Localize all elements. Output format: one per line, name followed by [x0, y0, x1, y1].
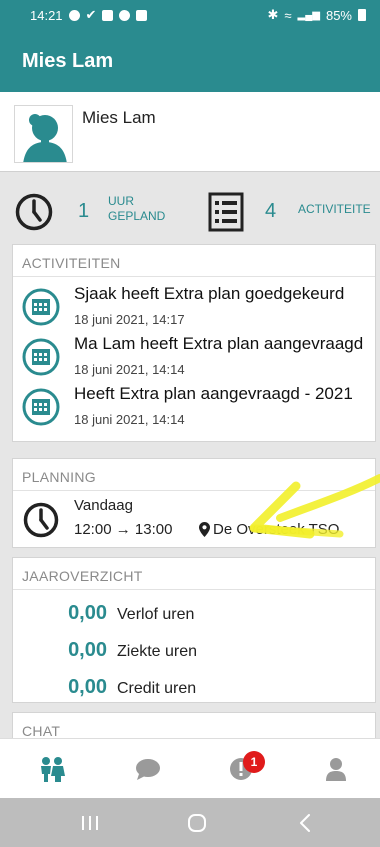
calendar-icon — [22, 338, 60, 376]
planning-end: 13:00 — [134, 521, 173, 538]
credit-hours-label: Credit uren — [117, 680, 197, 697]
activity-date: 18 juni 2021, 14:17 — [74, 312, 185, 327]
notification-badge: 1 — [243, 751, 265, 773]
battery-level: 85% — [325, 7, 352, 23]
mail-check-icon — [136, 9, 148, 21]
status-left: 14:21 ✔ — [30, 7, 148, 23]
activity-date: 18 juni 2021, 14:14 — [74, 362, 185, 377]
sick-hours-label: Ziekte uren — [117, 643, 198, 660]
planning-start: 12:00 — [74, 521, 112, 538]
cloud-icon — [119, 9, 131, 21]
child-avatar-icon — [15, 106, 72, 162]
planning-card[interactable]: PLANNING Vandaag 12:00 → 13:00 De Overst… — [12, 458, 376, 548]
clock-icon — [15, 193, 53, 231]
system-navigation-bar — [0, 798, 380, 847]
activity-text: Sjaak heeft Extra plan goedgekeurd — [74, 284, 345, 303]
home-icon — [188, 813, 206, 832]
planned-hours-value[interactable]: 1 — [78, 200, 89, 223]
clock-icon — [23, 502, 59, 538]
calendar-icon — [22, 288, 60, 326]
status-right: ✱ ≈ ▂▄▆ 85% — [267, 7, 366, 23]
status-time: 14:21 — [30, 7, 63, 23]
year-row-leave: 0,00 Verlof uren — [57, 602, 194, 630]
nav-children[interactable] — [4, 739, 99, 799]
leave-hours-value: 0,00 — [68, 602, 107, 624]
arrow-right-icon: → — [115, 521, 131, 538]
year-overview-card: JAAROVERZICHT 0,00 Verlof uren 0,00 Ziek… — [12, 557, 376, 703]
activity-date: 18 juni 2021, 14:14 — [74, 412, 185, 427]
stats-row: 1 UUR GEPLAND 4 ACTIVITEITE — [0, 180, 380, 240]
planned-hours-label-line2: GEPLAND — [108, 209, 166, 223]
wifi-icon: ≈ — [284, 7, 292, 23]
app-title: Mies Lam — [22, 49, 114, 72]
person-icon — [325, 758, 346, 781]
profile-name: Mies Lam — [82, 108, 156, 127]
activity-item[interactable]: Heeft Extra plan aangevraagd - 2021 18 j… — [13, 384, 375, 432]
battery-icon — [358, 9, 366, 21]
credit-hours-value: 0,00 — [68, 676, 107, 698]
activities-title: ACTIVITEITEN — [13, 245, 375, 277]
planning-day: Vandaag — [74, 497, 133, 514]
signal-icon: ▂▄▆ — [297, 9, 320, 21]
status-bar: 14:21 ✔ ✱ ≈ ▂▄▆ 85% — [0, 0, 380, 30]
profile-header[interactable]: Mies Lam — [0, 92, 380, 172]
home-button[interactable] — [142, 798, 252, 847]
bottom-navigation: 1 — [0, 738, 380, 798]
activities-count[interactable]: 4 — [265, 200, 276, 223]
activities-count-label[interactable]: ACTIVITEITE — [298, 202, 371, 216]
planning-location-text: De Oversteek TSO — [213, 521, 340, 538]
activity-item[interactable]: Sjaak heeft Extra plan goedgekeurd 18 ju… — [13, 284, 375, 332]
planning-title: PLANNING — [13, 459, 375, 491]
recent-apps-button[interactable] — [35, 798, 145, 847]
nav-notifications[interactable]: 1 — [193, 739, 288, 799]
children-icon — [40, 757, 65, 782]
bluetooth-icon: ✱ — [267, 7, 279, 22]
planned-hours-label-line1: UUR — [108, 194, 134, 208]
app-bar: Mies Lam — [0, 30, 380, 92]
back-button[interactable] — [250, 798, 360, 847]
activity-text: Heeft Extra plan aangevraagd - 2021 — [74, 384, 353, 403]
chat-bubble-icon — [135, 759, 160, 780]
activity-text: Ma Lam heeft Extra plan aangevraagd — [74, 334, 364, 353]
year-row-credit: 0,00 Credit uren — [57, 676, 196, 704]
nav-chat[interactable] — [100, 739, 195, 799]
planning-time: 12:00 → 13:00 — [74, 521, 172, 538]
recent-apps-icon — [82, 815, 98, 830]
sick-hours-value: 0,00 — [68, 639, 107, 661]
location-pin-icon — [199, 522, 210, 537]
year-overview-title: JAAROVERZICHT — [13, 558, 375, 590]
avatar[interactable] — [14, 105, 73, 163]
nav-profile[interactable] — [288, 739, 380, 799]
notification-icon — [68, 9, 80, 21]
check-icon: ✔ — [85, 7, 97, 22]
year-row-sick: 0,00 Ziekte uren — [57, 639, 197, 667]
gallery-icon — [102, 9, 114, 21]
planning-location: De Oversteek TSO — [199, 521, 339, 538]
activity-item[interactable]: Ma Lam heeft Extra plan aangevraagd 18 j… — [13, 334, 375, 382]
leave-hours-label: Verlof uren — [117, 606, 195, 623]
calendar-icon — [22, 388, 60, 426]
back-icon — [300, 813, 310, 832]
planned-hours-label[interactable]: UUR GEPLAND — [108, 194, 178, 224]
list-icon — [208, 192, 244, 232]
activities-card: ACTIVITEITEN Sjaak heeft Extra plan goed… — [12, 244, 376, 442]
